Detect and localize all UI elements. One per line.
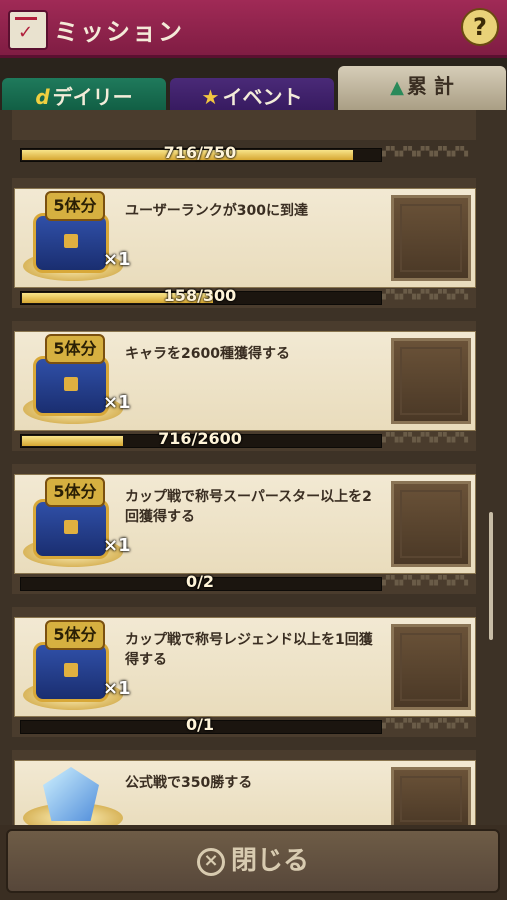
decoration-pattern: ▞▚▞▚▞▚▞▚▞▚ [382, 432, 469, 443]
footer: × 閉じる [0, 825, 507, 900]
reward-chest[interactable]: 5体分 ×1 [23, 191, 131, 287]
decoration-pattern: ▞▚▞▚▞▚▞▚▞▚ [382, 718, 469, 729]
mission-description: カップ戦で称号レジェンド以上を1回獲得する [125, 632, 373, 668]
reward-badge: 5体分 [45, 620, 105, 650]
page-title: ミッション [54, 18, 184, 46]
list-item: 5体分 ×1 カップ戦で称号スーパースター以上を2回獲得する [14, 474, 476, 574]
close-label: 閉じる [230, 846, 309, 876]
claim-button[interactable] [391, 767, 471, 825]
treasure-chest-icon [33, 499, 109, 559]
mission-logo-icon [8, 10, 48, 50]
help-button[interactable]: ? [461, 8, 499, 46]
treasure-chest-icon [33, 213, 109, 273]
chart-icon: ▲ [390, 77, 404, 98]
reward-quantity: ×1 [103, 392, 131, 413]
close-button[interactable]: × 閉じる [6, 829, 500, 893]
list-item-partial [12, 110, 476, 140]
reward-quantity: ×1 [103, 249, 131, 270]
tab-total-label: 累 計 [406, 74, 454, 98]
tab-event-label: イベント [222, 85, 303, 109]
claim-button[interactable] [391, 338, 471, 424]
mission-description: 公式戦で350勝する [125, 775, 253, 791]
decoration-pattern: ▞▚▞▚▞▚▞▚▞▚ [382, 575, 469, 586]
mission-description: カップ戦で称号スーパースター以上を2回獲得する [125, 489, 372, 525]
tab-bar: d デイリー ★ イベント ▲ 累 計 [0, 58, 507, 116]
mission-description: ユーザーランクが300に到達 [125, 203, 308, 219]
reward-chest[interactable]: 5体分 ×1 [23, 477, 131, 573]
gem-icon [43, 767, 99, 821]
progress-text: 716/2600 [158, 429, 242, 448]
close-icon: × [196, 847, 225, 876]
reward-badge: 5体分 [45, 334, 105, 364]
mission-list[interactable]: 716/750 ▞▚▞▚▞▚▞▚▞▚ 5体分 ×1 ユーザーランクが300に到達… [0, 110, 507, 825]
progress-text: 0/1 [185, 715, 215, 734]
header: ミッション ? [0, 0, 507, 58]
progress-text: 716/750 [163, 143, 237, 162]
scrollbar[interactable] [489, 512, 493, 640]
reward-quantity: ×1 [103, 678, 131, 699]
claim-button[interactable] [391, 195, 471, 281]
claim-button[interactable] [391, 624, 471, 710]
progress-text: 0/2 [185, 572, 215, 591]
list-item: 5体分 ×1 カップ戦で称号レジェンド以上を1回獲得する [14, 617, 476, 717]
reward-gem[interactable] [23, 763, 131, 825]
tab-daily-label: デイリー [52, 85, 133, 109]
decoration-pattern: ▞▚▞▚▞▚▞▚▞▚ [382, 289, 469, 300]
treasure-chest-icon [33, 356, 109, 416]
decoration-pattern: ▞▚▞▚▞▚▞▚▞▚ [382, 146, 469, 157]
reward-badge: 5体分 [45, 477, 105, 507]
mission-description: キャラを2600種獲得する [125, 346, 290, 362]
reward-chest[interactable]: 5体分 ×1 [23, 620, 131, 716]
treasure-chest-icon [33, 642, 109, 702]
reward-quantity: ×1 [103, 535, 131, 556]
list-item: 5体分 ×1 ユーザーランクが300に到達 [14, 188, 476, 288]
reward-badge: 5体分 [45, 191, 105, 221]
list-item: 5体分 ×1 キャラを2600種獲得する [14, 331, 476, 431]
claim-button[interactable] [391, 481, 471, 567]
list-item: 公式戦で350勝する [14, 760, 476, 825]
progress-text: 158/300 [163, 286, 237, 305]
tab-total[interactable]: ▲ 累 計 [338, 66, 506, 112]
reward-chest[interactable]: 5体分 ×1 [23, 334, 131, 430]
